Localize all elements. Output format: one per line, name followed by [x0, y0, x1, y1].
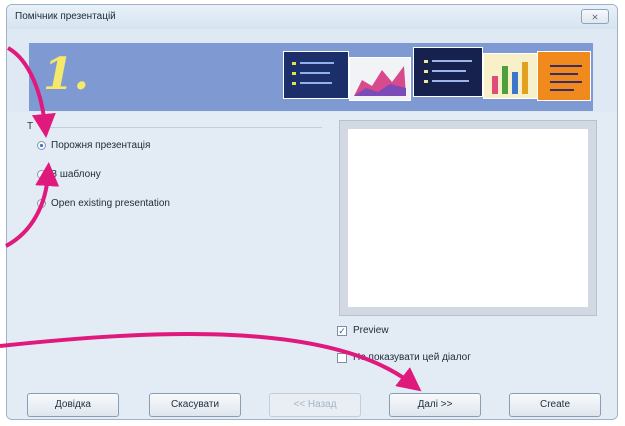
annotation-arrow-to-from-template: [5, 162, 60, 248]
annotation-arrow-to-next-button: [0, 332, 422, 392]
annotation-arrows: [0, 46, 422, 392]
annotation-arrow-to-empty-presentation: [6, 46, 56, 138]
